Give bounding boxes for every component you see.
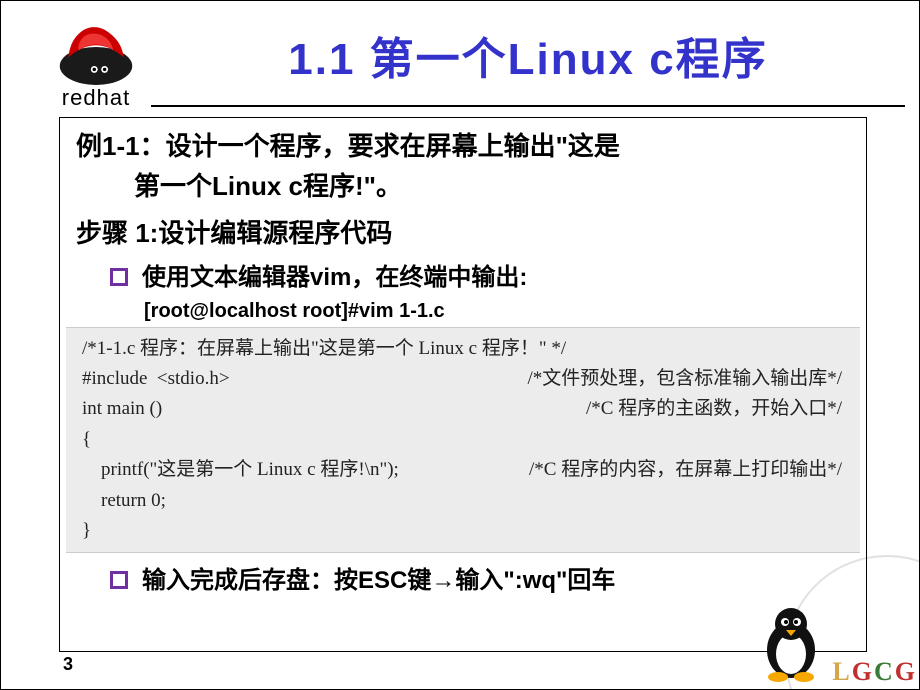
code-line-6: return 0; [82, 486, 166, 516]
step-1-title: 步骤 1:设计编辑源程序代码 [66, 213, 860, 250]
bullet-1: 使用文本编辑器vim，在终端中输出: [66, 260, 860, 296]
header: redhat 1.1 第一个Linux c程序 [1, 1, 919, 111]
corner-text: LGCG [832, 657, 917, 687]
code-line-5-left: printf("这是第一个 Linux c 程序!\n"); [82, 455, 399, 485]
code-line-5-right: /*C 程序的内容，在屏幕上打印输出*/ [529, 455, 850, 485]
example-description: 例1-1：设计一个程序，要求在屏幕上输出"这是 第一个Linux c程序!"。 [66, 126, 860, 207]
code-line-4: { [82, 425, 91, 455]
redhat-icon [51, 9, 141, 91]
bullet-2: 输入完成后存盘：按ESC键→输入":wq"回车 [66, 563, 860, 599]
redhat-logo: redhat [51, 9, 141, 111]
code-snippet: /*1-1.c 程序：在屏幕上输出"这是第一个 Linux c 程序！" */ … [66, 327, 860, 554]
bullet-icon [110, 268, 128, 286]
content-box: 例1-1：设计一个程序，要求在屏幕上输出"这是 第一个Linux c程序!"。 … [59, 117, 867, 652]
penguin-icon [756, 602, 826, 687]
code-line-3-right: /*C 程序的主函数，开始入口*/ [586, 394, 850, 424]
code-line-7: } [82, 516, 91, 546]
bullet-1-text: 使用文本编辑器vim，在终端中输出: [142, 260, 527, 296]
code-line-3-left: int main () [82, 394, 162, 424]
corner-decoration: LGCG [756, 602, 917, 687]
bullet-2-text: 输入完成后存盘：按ESC键→输入":wq"回车 [142, 563, 615, 599]
slide: redhat 1.1 第一个Linux c程序 例1-1：设计一个程序，要求在屏… [0, 0, 920, 690]
example-line2: 第一个Linux c程序!"。 [76, 166, 860, 206]
terminal-command: [root@localhost root]#vim 1-1.c [66, 300, 860, 323]
page-number: 3 [63, 654, 73, 675]
code-line-2-left: #include <stdio.h> [82, 364, 230, 394]
redhat-label: redhat [62, 85, 130, 111]
bullet-icon [110, 571, 128, 589]
code-line-1: /*1-1.c 程序：在屏幕上输出"这是第一个 Linux c 程序！" */ [82, 334, 566, 364]
code-line-2-right: /*文件预处理，包含标准输入输出库*/ [527, 364, 850, 394]
slide-title: 1.1 第一个Linux c程序 [151, 13, 905, 107]
example-line1: 例1-1：设计一个程序，要求在屏幕上输出"这是 [76, 131, 620, 161]
